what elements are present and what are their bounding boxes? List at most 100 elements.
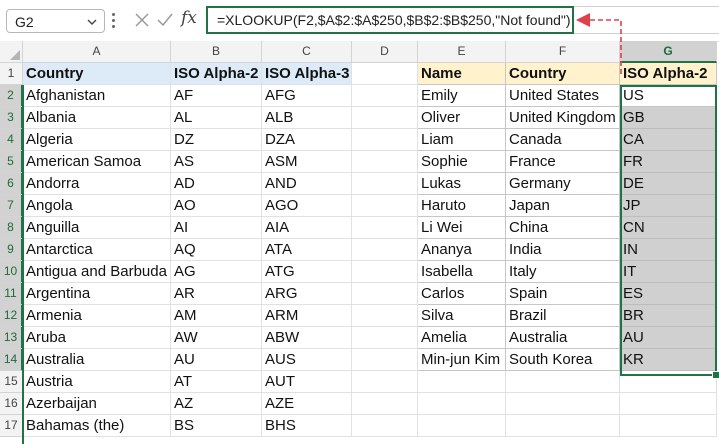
cell-b9[interactable]: AQ — [171, 239, 262, 261]
cell-d2[interactable] — [352, 85, 418, 107]
fx-icon[interactable]: fx — [181, 8, 197, 28]
column-header-d[interactable]: D — [352, 41, 418, 63]
cell-f17[interactable] — [506, 415, 620, 437]
cell-d14[interactable] — [352, 349, 418, 371]
cell-a3[interactable]: Albania — [23, 107, 171, 129]
cell-g2[interactable]: US — [620, 85, 717, 107]
cell-e8[interactable]: Li Wei — [418, 217, 506, 239]
cell-g12[interactable]: BR — [620, 305, 717, 327]
cell-g13[interactable]: AU — [620, 327, 717, 349]
cell-f3[interactable]: United Kingdom — [506, 107, 620, 129]
cell-f4[interactable]: Canada — [506, 129, 620, 151]
cell-d17[interactable] — [352, 415, 418, 437]
cell-a13[interactable]: Aruba — [23, 327, 171, 349]
cell-g16[interactable] — [620, 393, 717, 415]
cell-f10[interactable]: Italy — [506, 261, 620, 283]
column-header-g[interactable]: G — [620, 41, 717, 63]
cell-d5[interactable] — [352, 151, 418, 173]
cell-c15[interactable]: AUT — [262, 371, 352, 393]
cell-d11[interactable] — [352, 283, 418, 305]
cell-e12[interactable]: Silva — [418, 305, 506, 327]
cell-c1[interactable]: ISO Alpha-3 — [262, 63, 352, 85]
cell-a7[interactable]: Angola — [23, 195, 171, 217]
more-options-icon[interactable] — [112, 13, 116, 29]
cell-e5[interactable]: Sophie — [418, 151, 506, 173]
column-header-c[interactable]: C — [262, 41, 352, 63]
row-header-3[interactable]: 3 — [0, 107, 23, 129]
cell-c10[interactable]: ATG — [262, 261, 352, 283]
check-icon[interactable] — [156, 11, 174, 29]
cell-b8[interactable]: AI — [171, 217, 262, 239]
cell-c5[interactable]: ASM — [262, 151, 352, 173]
column-header-b[interactable]: B — [171, 41, 262, 63]
cell-f13[interactable]: Australia — [506, 327, 620, 349]
cell-d13[interactable] — [352, 327, 418, 349]
cell-b4[interactable]: DZ — [171, 129, 262, 151]
cell-c4[interactable]: DZA — [262, 129, 352, 151]
row-header-4[interactable]: 4 — [0, 129, 23, 151]
cell-d9[interactable] — [352, 239, 418, 261]
cell-e2[interactable]: Emily — [418, 85, 506, 107]
row-header-13[interactable]: 13 — [0, 327, 23, 349]
cell-g4[interactable]: CA — [620, 129, 717, 151]
row-header-6[interactable]: 6 — [0, 173, 23, 195]
cell-e11[interactable]: Carlos — [418, 283, 506, 305]
cell-c7[interactable]: AGO — [262, 195, 352, 217]
cell-b6[interactable]: AD — [171, 173, 262, 195]
cell-d10[interactable] — [352, 261, 418, 283]
cell-a4[interactable]: Algeria — [23, 129, 171, 151]
cell-a15[interactable]: Austria — [23, 371, 171, 393]
cell-a16[interactable]: Azerbaijan — [23, 393, 171, 415]
cell-g6[interactable]: DE — [620, 173, 717, 195]
cell-b11[interactable]: AR — [171, 283, 262, 305]
cell-b14[interactable]: AU — [171, 349, 262, 371]
row-header-14[interactable]: 14 — [0, 349, 23, 371]
cell-f2[interactable]: United States — [506, 85, 620, 107]
cell-e7[interactable]: Haruto — [418, 195, 506, 217]
cell-b10[interactable]: AG — [171, 261, 262, 283]
row-header-15[interactable]: 15 — [0, 371, 23, 393]
cell-c12[interactable]: ARM — [262, 305, 352, 327]
cell-a10[interactable]: Antigua and Barbuda — [23, 261, 171, 283]
cell-c8[interactable]: AIA — [262, 217, 352, 239]
cell-a11[interactable]: Argentina — [23, 283, 171, 305]
column-header-e[interactable]: E — [418, 41, 506, 63]
cell-c13[interactable]: ABW — [262, 327, 352, 349]
cell-a14[interactable]: Australia — [23, 349, 171, 371]
cell-a17[interactable]: Bahamas (the) — [23, 415, 171, 437]
cell-d16[interactable] — [352, 393, 418, 415]
cell-d8[interactable] — [352, 217, 418, 239]
cell-c17[interactable]: BHS — [262, 415, 352, 437]
cell-f15[interactable] — [506, 371, 620, 393]
row-header-9[interactable]: 9 — [0, 239, 23, 261]
cell-e9[interactable]: Ananya — [418, 239, 506, 261]
cell-f6[interactable]: Germany — [506, 173, 620, 195]
row-header-1[interactable]: 1 — [0, 63, 23, 85]
cell-e6[interactable]: Lukas — [418, 173, 506, 195]
cell-f9[interactable]: India — [506, 239, 620, 261]
cell-b17[interactable]: BS — [171, 415, 262, 437]
cell-g17[interactable] — [620, 415, 717, 437]
cell-c2[interactable]: AFG — [262, 85, 352, 107]
cell-g9[interactable]: IN — [620, 239, 717, 261]
cell-a6[interactable]: Andorra — [23, 173, 171, 195]
cell-e17[interactable] — [418, 415, 506, 437]
cell-e16[interactable] — [418, 393, 506, 415]
row-header-2[interactable]: 2 — [0, 85, 23, 107]
cell-a1[interactable]: Country — [23, 63, 171, 85]
cell-g11[interactable]: ES — [620, 283, 717, 305]
cell-b15[interactable]: AT — [171, 371, 262, 393]
cell-a8[interactable]: Anguilla — [23, 217, 171, 239]
cell-c16[interactable]: AZE — [262, 393, 352, 415]
cell-f16[interactable] — [506, 393, 620, 415]
row-header-10[interactable]: 10 — [0, 261, 23, 283]
cell-c9[interactable]: ATA — [262, 239, 352, 261]
cell-g8[interactable]: CN — [620, 217, 717, 239]
select-all-corner[interactable] — [0, 41, 23, 63]
chevron-down-icon[interactable] — [86, 16, 98, 28]
row-header-16[interactable]: 16 — [0, 393, 23, 415]
cell-a12[interactable]: Armenia — [23, 305, 171, 327]
cell-c11[interactable]: ARG — [262, 283, 352, 305]
cell-b16[interactable]: AZ — [171, 393, 262, 415]
formula-input[interactable]: =XLOOKUP(F2,$A$2:$A$250,$B$2:$B$250,"Not… — [206, 6, 574, 34]
